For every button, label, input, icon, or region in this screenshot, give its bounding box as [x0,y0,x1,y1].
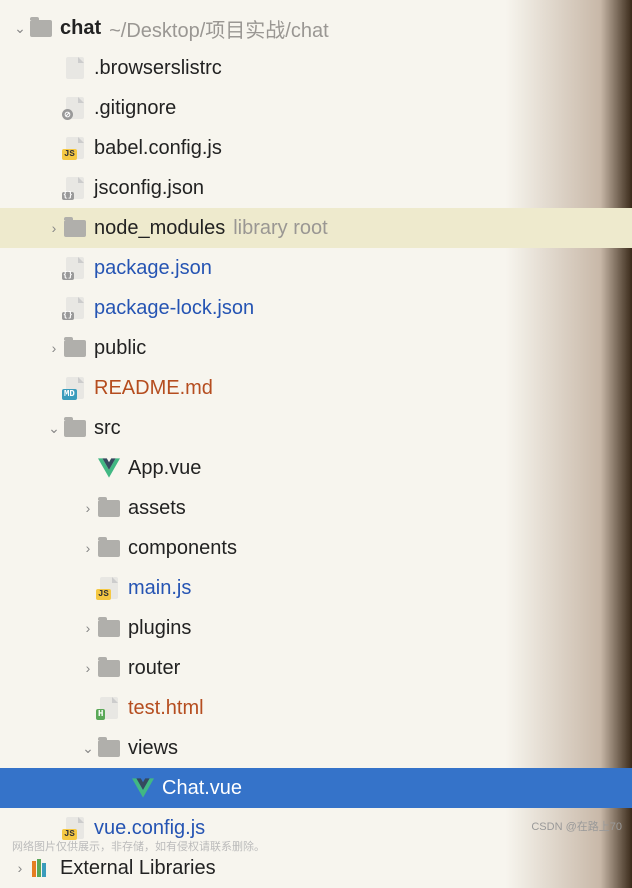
html-file-icon: H [98,697,120,719]
tree-item-label: public [94,337,146,360]
tree-item-label: views [128,737,178,760]
chevron-right-icon[interactable]: › [78,620,98,636]
folder-icon [64,417,86,439]
tree-item-label: test.html [128,697,204,720]
watermark-secondary: 网络图片仅供展示，非存储，如有侵权请联系删除。 [12,838,265,854]
tree-item-label: chat [60,17,101,40]
tree-item[interactable]: ›External Libraries [0,848,632,888]
vue-icon [132,778,154,798]
tree-item-label: App.vue [128,457,201,480]
tree-item-label: plugins [128,617,191,640]
json-file-icon: {} [64,257,86,279]
file-icon [64,57,86,79]
folder-icon [98,617,120,639]
tree-item[interactable]: JS main.js [0,568,632,608]
folder-icon [98,657,120,679]
vue-icon [98,458,120,478]
tree-item-label: vue.config.js [94,817,205,840]
folder-icon [98,537,120,559]
folder-icon [98,497,120,519]
tree-item[interactable]: .browserslistrc [0,48,632,88]
tree-item[interactable]: › node_modules library root [0,208,632,248]
tree-item-label: components [128,537,237,560]
tree-item-label: package-lock.json [94,297,254,320]
tree-item[interactable]: MD README.md [0,368,632,408]
gitignore-file-icon: ⊘ [64,97,86,119]
tree-item[interactable]: App.vue [0,448,632,488]
tree-item-label: assets [128,497,186,520]
tree-item[interactable]: ⌄ views [0,728,632,768]
chevron-down-icon[interactable]: ⌄ [10,20,30,37]
tree-item-label: main.js [128,577,191,600]
tree-item-label: router [128,657,180,680]
js-file-icon: JS [98,577,120,599]
tree-item-label: jsconfig.json [94,177,204,200]
folder-icon [64,337,86,359]
tree-item-label: node_modules [94,217,225,240]
tree-item[interactable]: › components [0,528,632,568]
tree-item[interactable]: › router [0,648,632,688]
tree-item-label: babel.config.js [94,137,222,160]
tree-item-label: src [94,417,121,440]
tree-item[interactable]: › plugins [0,608,632,648]
json-file-icon: {} [64,177,86,199]
tree-item-helper: library root [233,217,327,240]
tree-item[interactable]: ⊘ .gitignore [0,88,632,128]
tree-item[interactable]: › assets [0,488,632,528]
tree-item[interactable]: ⌄ src [0,408,632,448]
tree-item-label: README.md [94,377,213,400]
chevron-right-icon[interactable]: › [78,660,98,676]
tree-item-label: .browserslistrc [94,57,222,80]
js-file-icon: JS [64,817,86,839]
tree-item[interactable]: Htest.html [0,688,632,728]
tree-item[interactable]: JS babel.config.js [0,128,632,168]
tree-item-label: .gitignore [94,97,176,120]
js-file-icon: JS [64,137,86,159]
chevron-right-icon[interactable]: › [10,860,30,876]
tree-item[interactable]: › public [0,328,632,368]
tree-item-helper: ~/Desktop/项目实战/chat [109,14,329,43]
tree-item[interactable]: {} package.json [0,248,632,288]
folder-icon [30,17,52,39]
tree-item[interactable]: Chat.vue [0,768,632,808]
folder-icon [98,737,120,759]
tree-item[interactable]: ⌄ chat ~/Desktop/项目实战/chat [0,8,632,48]
tree-item-label: package.json [94,257,212,280]
md-file-icon: MD [64,377,86,399]
chevron-right-icon[interactable]: › [78,500,98,516]
chevron-down-icon[interactable]: ⌄ [44,420,64,437]
tree-item-label: Chat.vue [162,777,242,800]
chevron-right-icon[interactable]: › [78,540,98,556]
chevron-right-icon[interactable]: › [44,340,64,356]
tree-item[interactable]: {} jsconfig.json [0,168,632,208]
chevron-down-icon[interactable]: ⌄ [78,740,98,757]
library-icon [30,857,52,879]
watermark: CSDN @在路上70 [531,818,622,834]
json-file-icon: {} [64,297,86,319]
folder-icon [64,217,86,239]
tree-item[interactable]: {} package-lock.json [0,288,632,328]
project-tree: ⌄ chat ~/Desktop/项目实战/chat .browserslistrc ⊘… [0,0,632,888]
chevron-right-icon[interactable]: › [44,220,64,236]
